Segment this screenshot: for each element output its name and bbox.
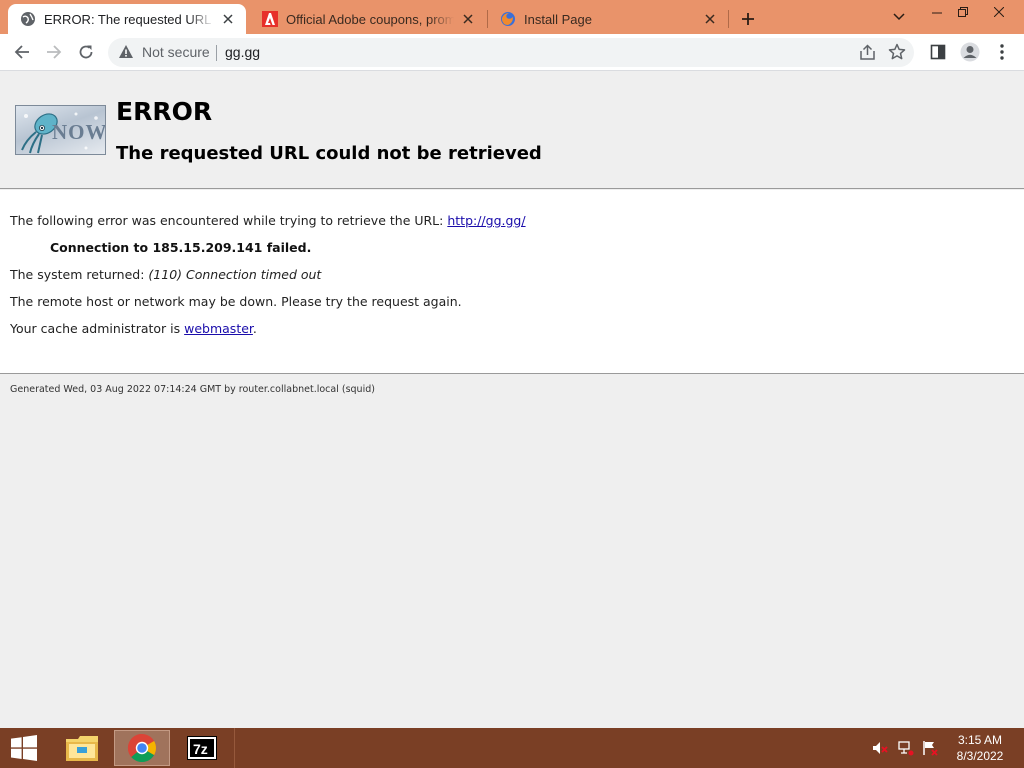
volume-muted-icon[interactable] — [872, 740, 888, 756]
error-intro-line: The following error was encountered whil… — [10, 213, 526, 228]
new-tab-button[interactable] — [736, 7, 760, 31]
clock-date: 8/3/2022 — [956, 749, 1004, 763]
globe-icon — [20, 11, 36, 27]
tab-title: Official Adobe coupons, promos & deals — [286, 11, 454, 27]
system-error-code: (110) Connection timed out — [148, 267, 322, 282]
reload-button[interactable] — [72, 38, 100, 66]
system-returned-line: The system returned: (110) Connection ti… — [10, 267, 321, 282]
system-returned-label: The system returned: — [10, 267, 149, 282]
tab-title: ERROR: The requested URL could not be re… — [44, 11, 214, 27]
cache-admin-label: Your cache administrator is — [10, 321, 185, 336]
close-icon[interactable] — [458, 9, 478, 29]
address-bar[interactable]: Not secure gg.gg — [108, 38, 914, 67]
taskbar-chrome[interactable] — [114, 730, 170, 766]
close-window-button[interactable] — [982, 0, 1016, 24]
tab-adobe[interactable]: Official Adobe coupons, promos & deals — [250, 4, 486, 34]
error-header: NOW ERROR The requested URL could not be… — [0, 71, 1024, 189]
warning-icon[interactable] — [118, 44, 134, 60]
restore-icon — [958, 7, 968, 17]
logo-text: NOW — [52, 120, 106, 144]
error-intro-text: The following error was encountered whil… — [10, 213, 448, 228]
security-status-label[interactable]: Not secure — [142, 44, 210, 60]
webmaster-link[interactable]: webmaster — [184, 321, 253, 336]
system-clock[interactable]: 3:15 AM 8/3/2022 — [944, 732, 1016, 764]
error-details: The following error was encountered whil… — [0, 190, 1024, 374]
share-icon[interactable] — [859, 44, 876, 61]
tab-divider — [728, 10, 729, 28]
arrow-left-icon — [14, 45, 29, 59]
adobe-icon — [262, 11, 278, 27]
plus-icon — [742, 13, 754, 25]
squid-logo: NOW — [15, 105, 106, 155]
start-button[interactable] — [0, 728, 48, 768]
tab-search-button[interactable] — [882, 5, 916, 29]
avatar-icon — [960, 42, 980, 62]
clock-time: 3:15 AM — [957, 733, 1003, 747]
file-explorer-icon — [66, 736, 98, 761]
firefox-icon — [500, 11, 516, 27]
page-title: ERROR — [116, 97, 213, 126]
taskbar-divider — [234, 728, 235, 768]
menu-button[interactable] — [988, 38, 1016, 66]
restore-button[interactable] — [946, 0, 980, 24]
browser-titlebar: ERROR: The requested URL could not be re… — [0, 0, 1024, 34]
tab-error-page[interactable]: ERROR: The requested URL could not be re… — [8, 4, 246, 34]
taskbar-7zip[interactable]: 7z — [174, 730, 230, 766]
close-icon — [994, 7, 1004, 17]
back-button[interactable] — [8, 38, 36, 66]
connection-failed-message: Connection to 185.15.209.141 failed. — [50, 240, 312, 255]
7zip-icon: 7z — [187, 736, 217, 760]
close-icon[interactable] — [218, 9, 238, 29]
tab-title: Install Page — [524, 11, 592, 27]
close-icon[interactable] — [700, 9, 720, 29]
browser-toolbar: Not secure gg.gg — [0, 34, 1024, 71]
arrow-right-icon — [47, 45, 62, 59]
bookmark-star-icon[interactable] — [888, 43, 906, 61]
windows-taskbar: 7z 3:15 AM 8/3/2022 — [0, 728, 1024, 768]
minimize-icon — [932, 12, 942, 14]
svg-text:7z: 7z — [193, 741, 208, 757]
requested-url-link[interactable]: http://gg.gg/ — [447, 213, 525, 228]
cache-admin-line: Your cache administrator is webmaster. — [10, 321, 257, 336]
windows-logo-icon — [11, 735, 37, 761]
forward-button[interactable] — [40, 38, 68, 66]
period: . — [252, 321, 257, 336]
reload-icon — [79, 45, 93, 59]
generated-footer: Generated Wed, 03 Aug 2022 07:14:24 GMT … — [10, 384, 375, 395]
retry-advice: The remote host or network may be down. … — [10, 294, 462, 309]
chrome-icon — [127, 733, 156, 763]
side-panel-button[interactable] — [924, 38, 952, 66]
tab-install-page[interactable]: Install Page — [488, 4, 728, 34]
taskbar-file-explorer[interactable] — [54, 730, 110, 766]
page-content: NOW ERROR The requested URL could not be… — [0, 71, 1024, 728]
url-text[interactable]: gg.gg — [225, 44, 260, 60]
page-subtitle: The requested URL could not be retrieved — [116, 143, 542, 164]
address-divider — [216, 45, 217, 61]
profile-button[interactable] — [956, 38, 984, 66]
network-icon[interactable] — [898, 740, 914, 756]
side-panel-icon — [930, 44, 946, 60]
action-center-icon[interactable] — [922, 740, 938, 756]
chevron-down-icon — [893, 13, 905, 21]
kebab-menu-icon — [1000, 44, 1004, 60]
